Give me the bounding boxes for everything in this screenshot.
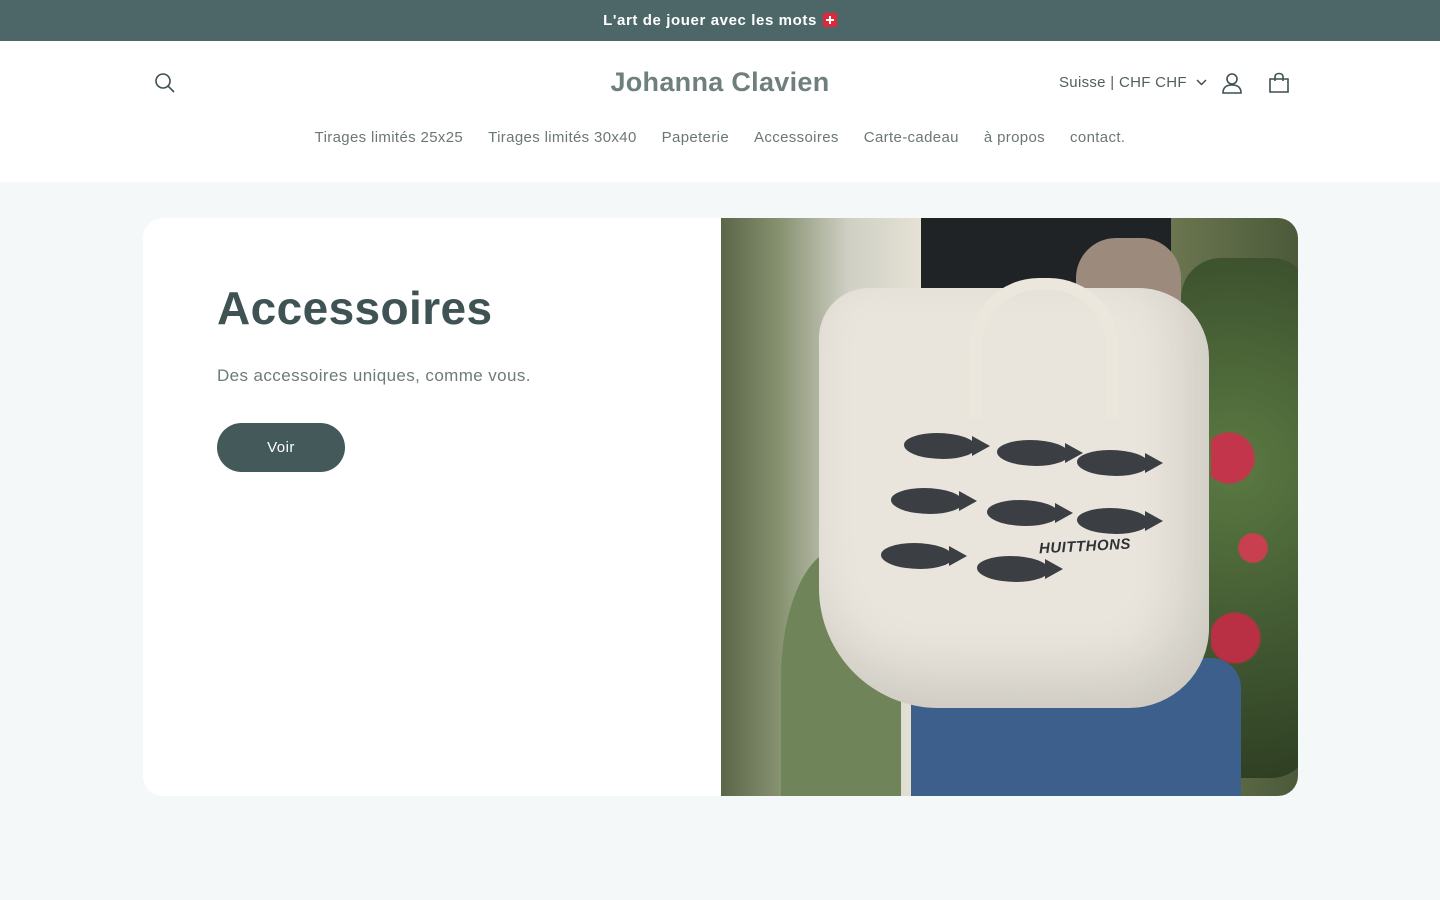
tuna-illustration [977, 556, 1063, 582]
cart-button[interactable] [1259, 63, 1299, 103]
nav-item-tirages-30x40[interactable]: Tirages limités 30x40 [476, 129, 650, 146]
logo-link[interactable]: Johanna Clavien [610, 67, 829, 97]
banner-content: Accessoires Des accessoires uniques, com… [217, 280, 531, 472]
collection-banner: Accessoires Des accessoires uniques, com… [143, 218, 1298, 796]
tuna-illustration [987, 500, 1073, 526]
banner-title: Accessoires [217, 282, 493, 334]
nav-item-papeterie[interactable]: Papeterie [649, 129, 741, 146]
main-nav: Tirages limités 25x25 Tirages limités 30… [0, 129, 1440, 146]
red-flowers [1211, 398, 1271, 698]
nav-item-tirages-25x25[interactable]: Tirages limités 25x25 [302, 129, 476, 146]
chevron-down-icon [1196, 79, 1207, 86]
banner-subtitle: Des accessoires uniques, comme vous. [217, 366, 531, 385]
tuna-illustration [997, 440, 1083, 466]
site-header: Johanna Clavien Suisse | CHF CHF Tirages… [0, 41, 1440, 182]
tote-bag-photo: HUITTHONS [721, 218, 1298, 796]
voir-button[interactable]: Voir [217, 423, 345, 472]
locale-label: Suisse | CHF CHF [1059, 74, 1187, 91]
nav-item-carte-cadeau[interactable]: Carte-cadeau [851, 129, 971, 146]
tuna-illustration [881, 543, 967, 569]
account-icon [1222, 73, 1242, 94]
announcement-text: L'art de jouer avec les mots [603, 12, 837, 29]
tote-bag [819, 278, 1209, 708]
swiss-flag-icon [822, 13, 837, 27]
nav-item-a-propos[interactable]: à propos [971, 129, 1057, 146]
cart-icon [1269, 72, 1289, 93]
country-currency-selector[interactable]: Suisse | CHF CHF [1059, 74, 1207, 91]
account-button[interactable] [1212, 63, 1252, 103]
bag-handle [969, 278, 1119, 418]
nav-item-contact[interactable]: contact. [1058, 129, 1138, 146]
announcement-bar: L'art de jouer avec les mots [0, 0, 1440, 41]
tuna-illustration [1077, 450, 1163, 476]
tuna-illustration [891, 488, 977, 514]
tuna-illustration [904, 433, 990, 459]
tuna-illustration [1077, 508, 1163, 534]
nav-item-accessoires[interactable]: Accessoires [742, 129, 852, 146]
